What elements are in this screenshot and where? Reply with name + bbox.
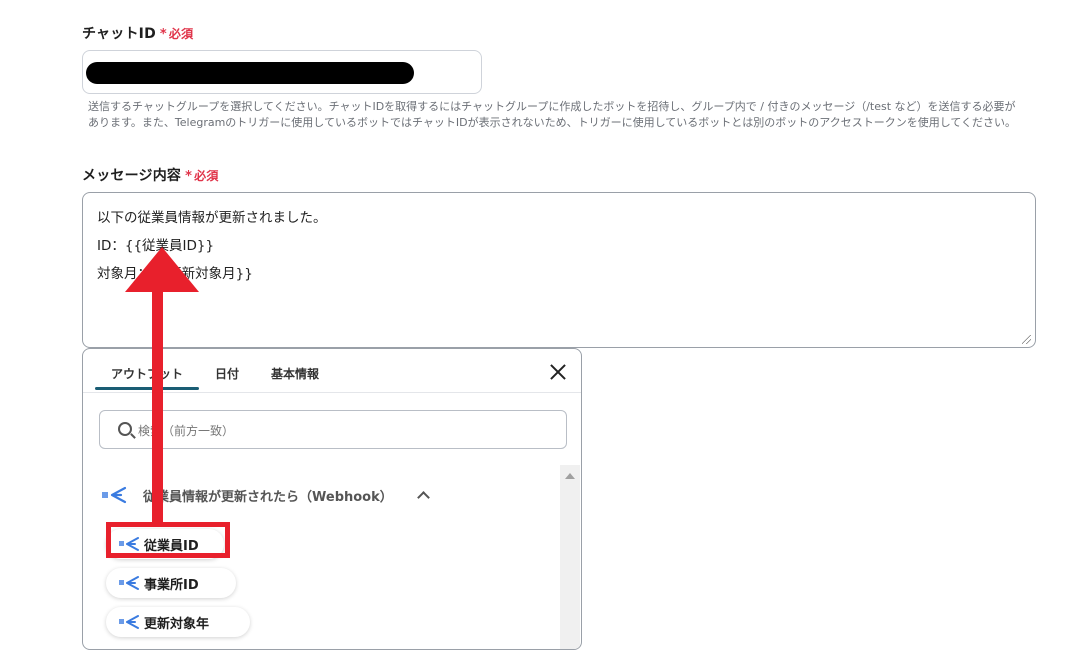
required-star: * [159,27,167,42]
chat-id-help-text: 送信するチャットグループを選択してください。チャットIDを取得するにはチャットグ… [88,99,1038,131]
annotation-arrow-head-icon [125,247,199,292]
message-label: メッセージ内容 * 必須 [82,165,219,185]
annotation-arrow-shaft [152,282,163,522]
scrollbar[interactable] [560,465,580,649]
highlight-box [106,522,230,558]
required-badge: 必須 [194,169,219,183]
scroll-up-arrow-icon[interactable] [565,473,575,479]
required-badge: 必須 [168,27,194,41]
message-line: 以下の従業員情報が更新されました。 [97,210,327,226]
search-input[interactable]: 検索（前方一致） [99,410,567,449]
help-line-2: あります。また、Telegramのトリガーに使用しているボットではチャットIDが… [88,116,1017,129]
output-item-update-year[interactable]: 更新対象年 [106,607,250,637]
tab-basic-info[interactable]: 基本情報 [271,365,319,382]
tab-date[interactable]: 日付 [215,365,239,382]
close-icon[interactable] [547,361,569,383]
required-star: * [185,169,193,184]
output-group-label: 従業員情報が更新されたら（Webhook） [143,490,393,505]
output-group-header[interactable]: 従業員情報が更新されたら（Webhook） [101,485,431,507]
chat-id-label: チャットID * 必須 [82,23,193,43]
resize-handle-icon[interactable] [1022,335,1031,344]
chat-id-label-text: チャットID [82,26,156,42]
tab-output[interactable]: アウトプット [111,365,183,382]
message-label-text: メッセージ内容 [82,168,182,184]
webhook-app-icon [119,615,139,629]
redacted-chat-id [86,62,414,84]
output-item-office-id[interactable]: 事業所ID [106,568,236,598]
webhook-app-icon [119,576,139,590]
active-tab-indicator [95,387,199,390]
help-line-1: 送信するチャットグループを選択してください。チャットIDを取得するにはチャットグ… [88,100,1016,113]
webhook-app-icon [102,486,127,504]
message-textarea[interactable]: 以下の従業員情報が更新されました。 ID：{{従業員ID}} 対象月：{{更新対… [82,192,1036,348]
output-item-label: 更新対象年 [144,617,210,632]
output-item-label: 事業所ID [144,578,199,593]
search-icon [118,422,132,436]
chevron-up-icon[interactable] [417,491,430,504]
